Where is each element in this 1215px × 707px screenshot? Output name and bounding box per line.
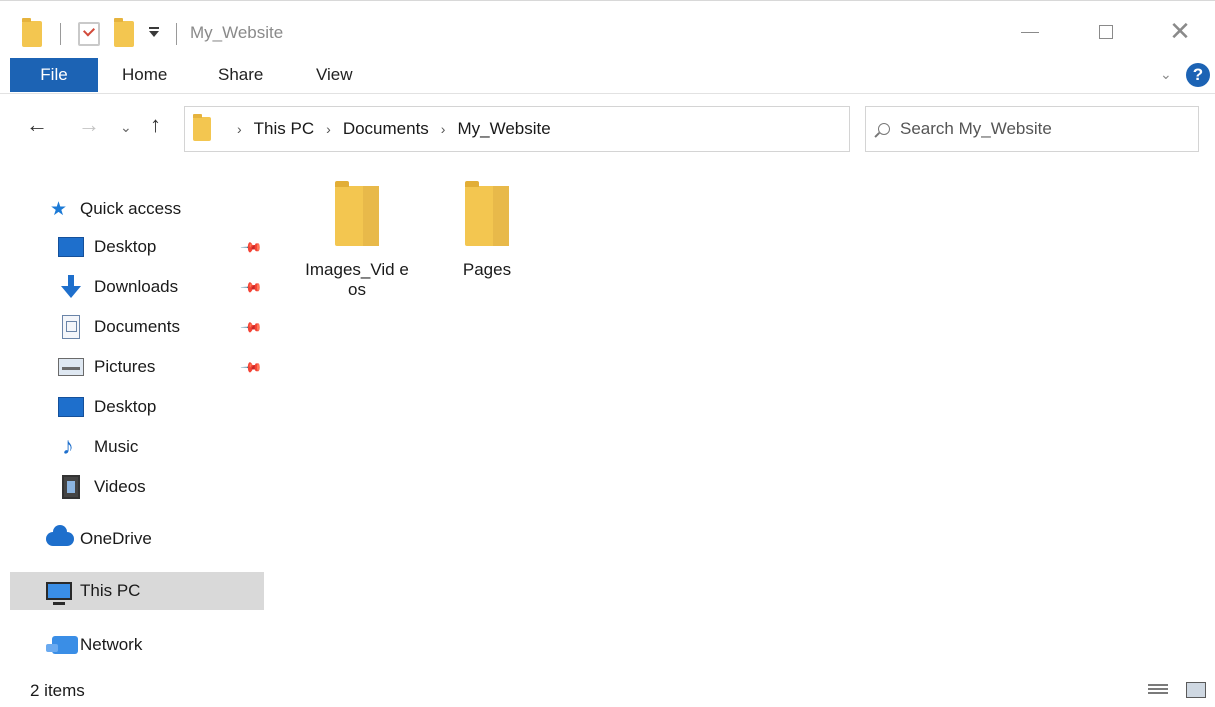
chevron-down-icon: ⌄ <box>1160 66 1172 82</box>
properties-button[interactable] <box>78 21 100 47</box>
pin-icon: 📌 <box>240 314 264 339</box>
sidebar-item-label: Documents <box>94 317 180 336</box>
sidebar-item-label: This PC <box>80 581 141 600</box>
sidebar-item-label: Desktop <box>94 397 157 416</box>
breadcrumb-documents[interactable]: Documents <box>343 119 429 139</box>
search-box[interactable] <box>865 106 1199 152</box>
tab-file[interactable]: File <box>10 58 98 92</box>
close-icon: ✕ <box>1169 17 1191 47</box>
sidebar-item-label: Quick access <box>80 199 182 218</box>
arrow-left-icon: ← <box>26 112 48 137</box>
network-icon <box>46 636 78 654</box>
customize-toolbar-button[interactable] <box>149 21 159 47</box>
large-icons-view-button[interactable] <box>1186 682 1206 698</box>
search-input[interactable] <box>900 119 1190 139</box>
item-count: 2 items <box>30 681 85 700</box>
sidebar-item-label: OneDrive <box>80 529 152 548</box>
sidebar-item-network[interactable]: Network <box>0 626 270 664</box>
details-view-button[interactable] <box>1148 682 1168 698</box>
new-folder-button[interactable] <box>114 18 134 47</box>
dropdown-icon <box>149 27 159 37</box>
folder-item[interactable]: Images_Vid eos <box>302 181 412 300</box>
separator <box>176 23 177 45</box>
star-icon: ★ <box>50 198 68 220</box>
videos-icon <box>62 475 80 499</box>
sidebar-item-desktop[interactable]: Desktop 📌 <box>0 228 270 266</box>
sidebar-item-pictures[interactable]: Pictures 📌 <box>0 348 270 386</box>
sidebar-item-videos[interactable]: Videos <box>0 468 270 506</box>
search-icon <box>878 123 890 135</box>
pin-icon: 📌 <box>240 234 264 259</box>
details-view-icon <box>1148 684 1168 686</box>
close-button[interactable]: ✕ <box>1160 16 1200 48</box>
arrow-right-icon: → <box>78 112 100 137</box>
status-bar: 2 items <box>0 676 1215 707</box>
folder-item[interactable]: Pages <box>432 181 542 280</box>
file-name: Pages <box>462 260 512 279</box>
up-button[interactable]: ↑ <box>150 114 161 136</box>
folder-icon <box>193 114 211 141</box>
forward-button[interactable]: → <box>78 114 100 136</box>
music-icon: ♪ <box>62 433 74 460</box>
documents-icon <box>62 315 80 339</box>
sidebar-item-label: Network <box>80 635 143 654</box>
back-button[interactable]: ← <box>26 114 48 136</box>
tab-share[interactable]: Share <box>218 58 263 92</box>
properties-icon <box>78 22 100 46</box>
sidebar-item-label: Downloads <box>94 277 179 296</box>
minimize-button[interactable] <box>1010 16 1050 48</box>
pictures-icon <box>58 358 84 376</box>
maximize-button[interactable] <box>1086 16 1126 48</box>
sidebar-item-this-pc[interactable]: This PC <box>10 572 264 610</box>
folder-icon <box>465 181 509 246</box>
breadcrumb-my-website[interactable]: My_Website <box>457 119 550 139</box>
folder-icon <box>335 181 379 246</box>
desktop-icon <box>58 397 84 417</box>
folder-icon <box>22 18 42 47</box>
sidebar-item-quick-access[interactable]: ★ Quick access <box>0 190 270 228</box>
sidebar-item-onedrive[interactable]: OneDrive <box>0 520 270 558</box>
breadcrumb-this-pc[interactable]: This PC <box>254 119 314 139</box>
maximize-icon <box>1099 25 1113 39</box>
downloads-icon <box>58 274 84 300</box>
window-title: My_Website <box>190 23 284 42</box>
cloud-icon <box>46 525 74 546</box>
navigation-pane: ★ Quick access Desktop 📌 Downloads 📌 Doc… <box>0 190 270 660</box>
sidebar-item-desktop-2[interactable]: Desktop <box>0 388 270 426</box>
sidebar-item-label: Music <box>94 437 139 456</box>
file-name: Images_Vid eos <box>305 260 409 299</box>
desktop-icon <box>58 237 84 257</box>
separator <box>60 23 61 45</box>
tab-home[interactable]: Home <box>122 58 167 92</box>
navigation-bar: ← → ⌄ ↑ › This PC › Documents › My_Websi… <box>0 98 1215 160</box>
minimize-icon <box>1021 31 1039 33</box>
pin-icon: 📌 <box>240 274 264 299</box>
chevron-right-icon[interactable]: › <box>237 121 242 137</box>
recent-locations-button[interactable]: ⌄ <box>120 120 132 134</box>
address-bar[interactable]: › This PC › Documents › My_Website ⌄ ↻ <box>184 106 1011 152</box>
sidebar-item-label: Desktop <box>94 237 157 256</box>
arrow-up-icon: ↑ <box>150 112 161 137</box>
chevron-right-icon[interactable]: › <box>326 121 331 137</box>
chevron-down-icon: ⌄ <box>120 119 132 135</box>
expand-ribbon-button[interactable]: ⌄ <box>1160 66 1172 83</box>
sidebar-item-documents[interactable]: Documents 📌 <box>0 308 270 346</box>
sidebar-item-downloads[interactable]: Downloads 📌 <box>0 268 270 306</box>
tab-view[interactable]: View <box>316 58 353 92</box>
ribbon: File Home Share View ⌄ ? <box>0 58 1215 94</box>
sidebar-item-music[interactable]: ♪ Music <box>0 428 270 466</box>
sidebar-item-label: Pictures <box>94 357 156 376</box>
computer-icon <box>46 582 72 605</box>
pin-icon: 📌 <box>240 354 264 379</box>
help-button[interactable]: ? <box>1186 63 1210 87</box>
title-bar: My_Website ✕ <box>0 0 1215 58</box>
new-folder-icon <box>114 18 134 47</box>
chevron-right-icon[interactable]: › <box>441 121 446 137</box>
sidebar-item-label: Videos <box>94 477 146 496</box>
